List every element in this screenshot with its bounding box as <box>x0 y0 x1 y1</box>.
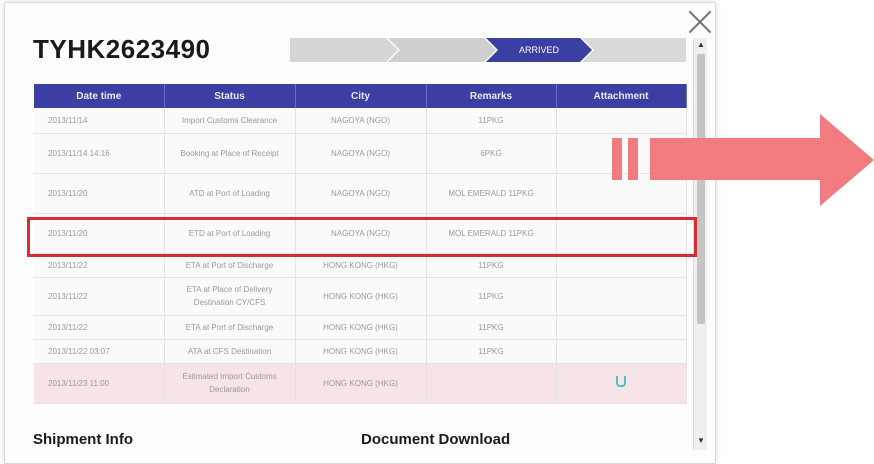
cell-attachment <box>556 277 687 316</box>
table-header-row: Date time Status City Remarks Attachment <box>34 84 687 108</box>
cell-remarks: 11PKG <box>426 108 557 134</box>
cell-remarks: 6PKG <box>426 133 557 174</box>
cell-attachment <box>556 253 687 278</box>
tracking-table: Date time Status City Remarks Attachment… <box>34 84 687 404</box>
cell-date: 2013/11/20 <box>34 173 165 214</box>
arrow-shaft <box>650 138 822 180</box>
header-attachment: Attachment <box>556 84 687 108</box>
close-icon[interactable] <box>687 9 713 35</box>
cell-city: NAGOYA (NGO) <box>295 133 427 174</box>
cell-city: NAGOYA (NGO) <box>295 108 427 134</box>
document-download-heading[interactable]: Document Download <box>361 431 510 448</box>
cell-date: 2013/11/22 03:07 <box>34 339 165 364</box>
cell-city: HONG KONG (HKG) <box>295 315 427 340</box>
cell-status: ETD at Port of Loading <box>164 213 296 254</box>
cell-status: ETA at Place of Delivery Destination CY/… <box>164 277 296 316</box>
cell-status: ETA at Port of Discharge <box>164 315 296 340</box>
cell-status: ETA at Port of Discharge <box>164 253 296 278</box>
paperclip-icon[interactable] <box>616 375 626 387</box>
cell-date: 2013/11/23 11:00 <box>34 363 165 404</box>
cell-date: 2013/11/22 <box>34 315 165 340</box>
table-row: 2013/11/14 Import Customs Clearance NAGO… <box>34 108 687 134</box>
cell-status: Booking at Place of Receipt <box>164 133 296 174</box>
table-row: 2013/11/20 ATD at Port of Loading NAGOYA… <box>34 173 687 214</box>
cell-city: HONG KONG (HKG) <box>295 277 427 316</box>
cell-remarks: 11PKG <box>426 277 557 316</box>
header-date-time: Date time <box>34 84 165 108</box>
cell-date: 2013/11/14 <box>34 108 165 134</box>
cell-remarks: MOL EMERALD 11PKG <box>426 213 557 254</box>
table-row: 2013/11/22 ETA at Place of Delivery Dest… <box>34 277 687 316</box>
table-row: 2013/11/20 ETD at Port of Loading NAGOYA… <box>34 213 687 254</box>
screenshot-stage: TYHK2623490 ARRIVED ▲ ▼ Date time Status… <box>0 0 874 464</box>
header-remarks: Remarks <box>426 84 557 108</box>
cell-attachment <box>556 315 687 340</box>
shipment-info-heading[interactable]: Shipment Info <box>33 431 133 448</box>
cell-date: 2013/11/14 14:16 <box>34 133 165 174</box>
cell-date: 2013/11/22 <box>34 253 165 278</box>
cell-status: ATA at CFS Destination <box>164 339 296 364</box>
cell-remarks: 11PKG <box>426 253 557 278</box>
cell-attachment <box>556 363 687 404</box>
cell-status: Estimated Import Customs Declaration <box>164 363 296 404</box>
cell-attachment <box>556 213 687 254</box>
arrow-head <box>820 114 874 206</box>
table-row: 2013/11/14 14:16 Booking at Place of Rec… <box>34 133 687 174</box>
progress-step-4 <box>582 38 686 62</box>
header-status: Status <box>164 84 296 108</box>
cell-city: NAGOYA (NGO) <box>295 173 427 214</box>
cell-remarks: 11PKG <box>426 339 557 364</box>
cell-remarks: MOL EMERALD 11PKG <box>426 173 557 214</box>
cell-attachment <box>556 339 687 364</box>
progress-step-arrived: ARRIVED <box>486 38 592 62</box>
table-row: 2013/11/22 ETA at Port of Discharge HONG… <box>34 315 687 340</box>
table-row: 2013/11/23 11:00 Estimated Import Custom… <box>34 363 687 404</box>
progress-step-2 <box>388 38 496 62</box>
table-row: 2013/11/22 03:07 ATA at CFS Destination … <box>34 339 687 364</box>
header-city: City <box>295 84 427 108</box>
right-arrow-icon <box>612 114 874 206</box>
table-row: 2013/11/22 ETA at Port of Discharge HONG… <box>34 253 687 278</box>
cell-remarks: 11PKG <box>426 315 557 340</box>
arrow-stripe <box>628 138 638 180</box>
cell-city: NAGOYA (NGO) <box>295 213 427 254</box>
progress-step-1 <box>290 38 398 62</box>
cell-remarks <box>426 363 557 404</box>
cell-date: 2013/11/20 <box>34 213 165 254</box>
scroll-up-icon[interactable]: ▲ <box>696 40 706 50</box>
shipment-number: TYHK2623490 <box>33 34 211 64</box>
arrow-stripe <box>612 138 622 180</box>
scroll-down-icon[interactable]: ▼ <box>696 436 706 446</box>
vertical-scrollbar[interactable]: ▲ ▼ <box>693 38 707 450</box>
cell-status: ATD at Port of Loading <box>164 173 296 214</box>
cell-date: 2013/11/22 <box>34 277 165 316</box>
cell-status: Import Customs Clearance <box>164 108 296 134</box>
cell-city: HONG KONG (HKG) <box>295 253 427 278</box>
cell-city: HONG KONG (HKG) <box>295 339 427 364</box>
cell-city: HONG KONG (HKG) <box>295 363 427 404</box>
